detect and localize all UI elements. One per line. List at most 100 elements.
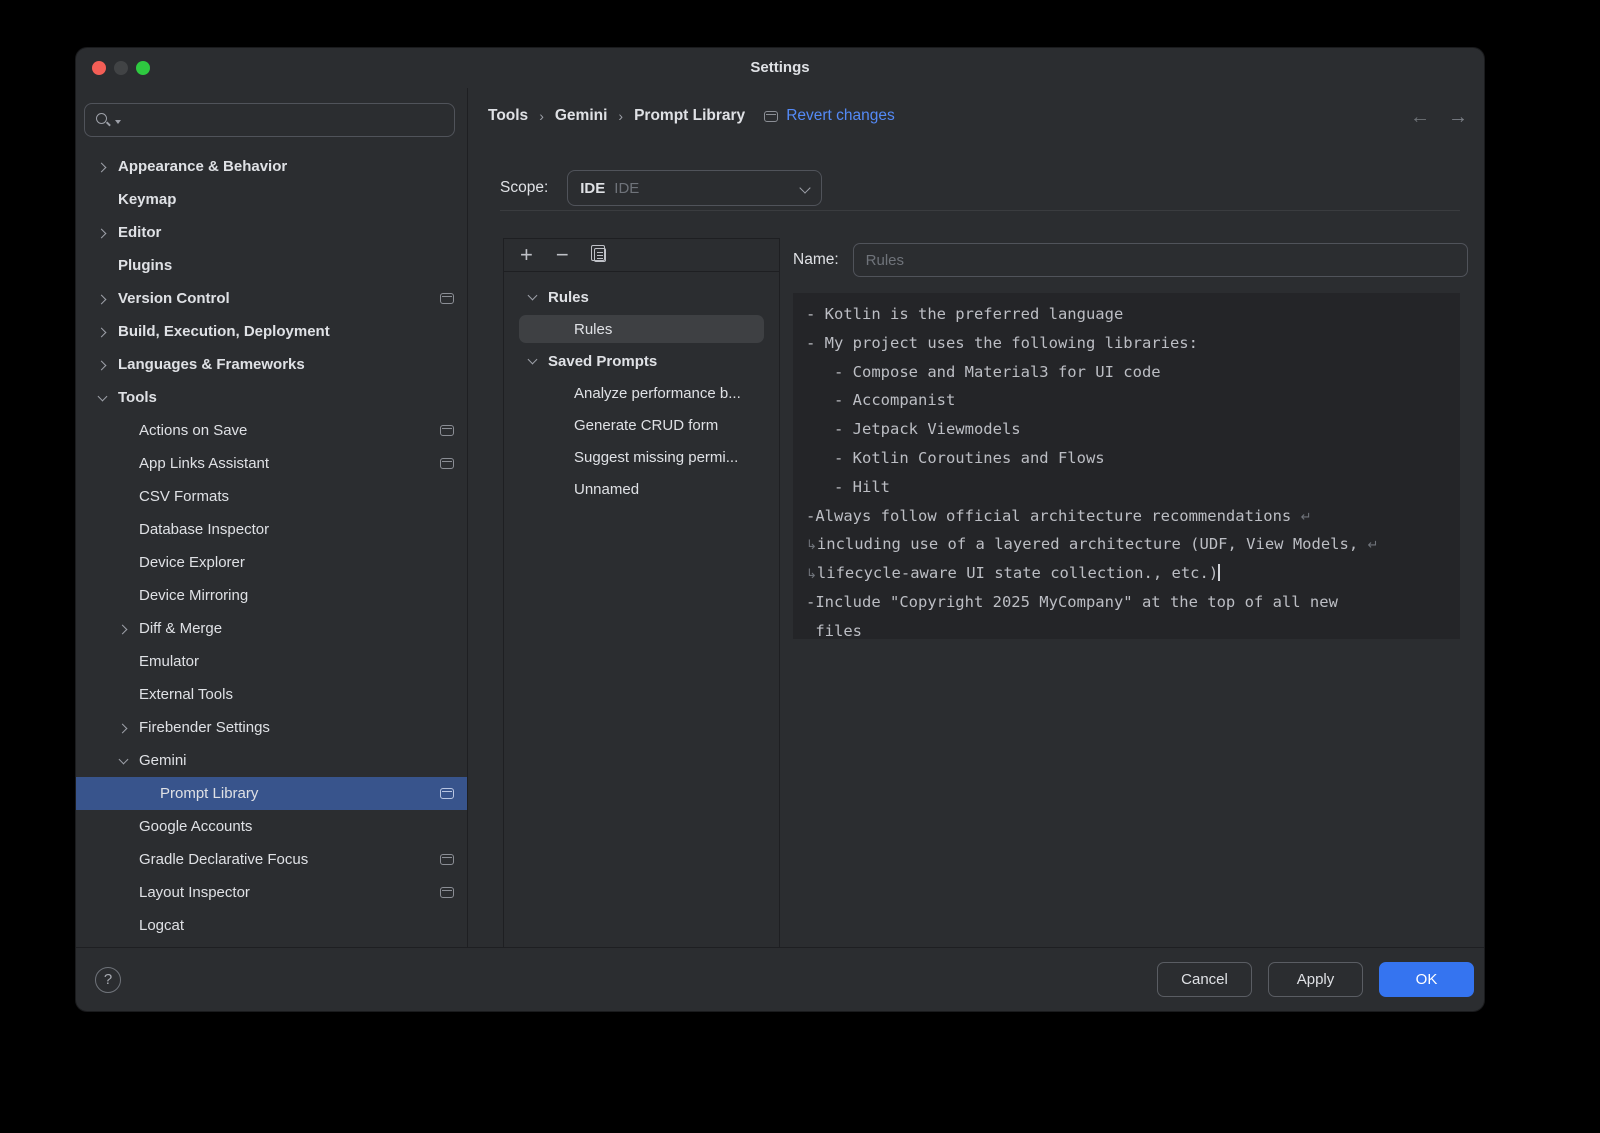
section-separator xyxy=(500,210,1460,211)
editor-line: - Accompanist xyxy=(806,386,1447,415)
chevron-right-icon[interactable] xyxy=(119,724,127,732)
scope-value: IDE xyxy=(580,180,605,197)
breadcrumb-prompt-library: Prompt Library xyxy=(634,107,745,125)
sidebar-item-device-mirroring[interactable]: Device Mirroring xyxy=(76,579,467,612)
sidebar-item-version-control[interactable]: Version Control xyxy=(76,282,467,315)
prompt-tree: Rules Rules Saved Prompts Analyze perfor… xyxy=(504,272,779,505)
name-label: Name: xyxy=(793,251,839,269)
sidebar-item-diff-merge[interactable]: Diff & Merge xyxy=(76,612,467,645)
sidebar-item-app-links-assistant[interactable]: App Links Assistant xyxy=(76,447,467,480)
ide-scope-icon xyxy=(440,293,454,304)
prompt-item-unnamed[interactable]: Unnamed xyxy=(504,473,779,505)
sidebar-item-build-execution-deployment[interactable]: Build, Execution, Deployment xyxy=(76,315,467,348)
dialog-footer: ? Cancel Apply OK xyxy=(76,947,1484,1011)
breadcrumb-tools[interactable]: Tools xyxy=(488,107,528,125)
prompt-item-analyze-performance[interactable]: Analyze performance b... xyxy=(504,377,779,409)
breadcrumb: Tools › Gemini › Prompt Library Revert c… xyxy=(488,107,895,125)
scope-row: Scope: IDE IDE xyxy=(500,170,822,206)
chevron-down-icon[interactable] xyxy=(528,293,536,301)
chevron-right-icon[interactable] xyxy=(98,328,106,336)
ide-scope-icon xyxy=(440,425,454,436)
forward-arrow-icon[interactable]: → xyxy=(1448,106,1468,129)
sidebar-item-appearance-behavior[interactable]: Appearance & Behavior xyxy=(76,150,467,183)
settings-tree: Appearance & Behavior Keymap Editor Plug… xyxy=(76,150,467,942)
prompt-item-rules[interactable]: Rules xyxy=(504,313,779,345)
chevron-right-icon[interactable] xyxy=(98,229,106,237)
remove-prompt-button[interactable]: − xyxy=(556,245,569,265)
ide-scope-icon xyxy=(440,458,454,469)
chevron-down-icon[interactable] xyxy=(98,394,106,402)
sidebar-item-database-inspector[interactable]: Database Inspector xyxy=(76,513,467,546)
editor-line: - Hilt xyxy=(806,473,1447,502)
chevron-right-icon[interactable] xyxy=(98,295,106,303)
prompt-group-rules[interactable]: Rules xyxy=(504,281,779,313)
copy-prompt-button[interactable] xyxy=(594,248,606,262)
sidebar-item-plugins[interactable]: Plugins xyxy=(76,249,467,282)
soft-wrap-end-icon: ↵ xyxy=(1367,538,1378,553)
editor-line: - Compose and Material3 for UI code xyxy=(806,358,1447,387)
sidebar-item-firebender-settings[interactable]: Firebender Settings xyxy=(76,711,467,744)
window-title: Settings xyxy=(76,48,1484,88)
sidebar-item-emulator[interactable]: Emulator xyxy=(76,645,467,678)
sidebar-item-actions-on-save[interactable]: Actions on Save xyxy=(76,414,467,447)
ide-scope-icon xyxy=(440,887,454,898)
editor-line: - Kotlin is the preferred language xyxy=(806,300,1447,329)
sidebar-item-device-explorer[interactable]: Device Explorer xyxy=(76,546,467,579)
prompt-name-input[interactable] xyxy=(853,243,1468,277)
scope-label: Scope: xyxy=(500,179,548,197)
ide-scope-icon xyxy=(440,788,454,799)
dropdown-chevron-icon xyxy=(800,184,809,193)
sidebar-item-google-accounts[interactable]: Google Accounts xyxy=(76,810,467,843)
ok-button[interactable]: OK xyxy=(1379,962,1474,997)
back-arrow-icon[interactable]: ← xyxy=(1410,106,1430,129)
soft-wrap-start-icon: ↳ xyxy=(806,567,817,582)
editor-line: - Jetpack Viewmodels xyxy=(806,415,1447,444)
editor-line: - Kotlin Coroutines and Flows xyxy=(806,444,1447,473)
sidebar-item-gemini[interactable]: Gemini xyxy=(76,744,467,777)
editor-line: -Include "Copyright 2025 MyCompany" at t… xyxy=(806,588,1447,617)
sidebar-item-editor[interactable]: Editor xyxy=(76,216,467,249)
titlebar: Settings xyxy=(76,48,1484,88)
soft-wrap-start-icon: ↳ xyxy=(806,538,817,553)
revert-changes-link[interactable]: Revert changes xyxy=(764,107,895,125)
settings-search-input[interactable] xyxy=(84,103,455,137)
settings-window: Settings Appearance & Behavior Keymap Ed… xyxy=(76,48,1484,1011)
breadcrumb-separator: › xyxy=(539,108,544,124)
sidebar-item-logcat[interactable]: Logcat xyxy=(76,909,467,942)
text-caret xyxy=(1218,564,1220,581)
sidebar-item-prompt-library[interactable]: Prompt Library xyxy=(76,777,467,810)
settings-sidebar: Appearance & Behavior Keymap Editor Plug… xyxy=(76,88,467,947)
sidebar-item-gradle-declarative-focus[interactable]: Gradle Declarative Focus xyxy=(76,843,467,876)
chevron-right-icon[interactable] xyxy=(119,625,127,633)
sidebar-item-keymap[interactable]: Keymap xyxy=(76,183,467,216)
main-content: Tools › Gemini › Prompt Library Revert c… xyxy=(468,88,1484,947)
sidebar-item-tools[interactable]: Tools xyxy=(76,381,467,414)
search-options-caret-icon[interactable] xyxy=(115,120,121,124)
prompt-group-saved-prompts[interactable]: Saved Prompts xyxy=(504,345,779,377)
editor-line: ↳including use of a layered architecture… xyxy=(806,530,1447,559)
sidebar-item-layout-inspector[interactable]: Layout Inspector xyxy=(76,876,467,909)
chevron-right-icon[interactable] xyxy=(98,163,106,171)
prompt-item-suggest-missing-permissions[interactable]: Suggest missing permi... xyxy=(504,441,779,473)
apply-button[interactable]: Apply xyxy=(1268,962,1363,997)
chevron-down-icon[interactable] xyxy=(119,757,127,765)
search-icon xyxy=(95,111,113,129)
chevron-right-icon[interactable] xyxy=(98,361,106,369)
sidebar-item-languages-frameworks[interactable]: Languages & Frameworks xyxy=(76,348,467,381)
scope-dropdown[interactable]: IDE IDE xyxy=(567,170,822,206)
soft-wrap-end-icon: ↵ xyxy=(1301,510,1312,525)
breadcrumb-gemini[interactable]: Gemini xyxy=(555,107,608,125)
help-button[interactable]: ? xyxy=(95,967,121,993)
editor-line: -Always follow official architecture rec… xyxy=(806,502,1447,531)
prompt-text-editor[interactable]: - Kotlin is the preferred language - My … xyxy=(793,293,1460,639)
scope-value-secondary: IDE xyxy=(614,180,639,197)
prompt-item-generate-crud-form[interactable]: Generate CRUD form xyxy=(504,409,779,441)
editor-line: ↳lifecycle-aware UI state collection., e… xyxy=(806,559,1447,588)
chevron-down-icon[interactable] xyxy=(528,357,536,365)
add-prompt-button[interactable]: + xyxy=(520,245,533,265)
cancel-button[interactable]: Cancel xyxy=(1157,962,1252,997)
sidebar-item-csv-formats[interactable]: CSV Formats xyxy=(76,480,467,513)
sidebar-item-external-tools[interactable]: External Tools xyxy=(76,678,467,711)
prompt-list-toolbar: + − xyxy=(504,239,779,272)
revert-scope-icon xyxy=(764,111,778,122)
